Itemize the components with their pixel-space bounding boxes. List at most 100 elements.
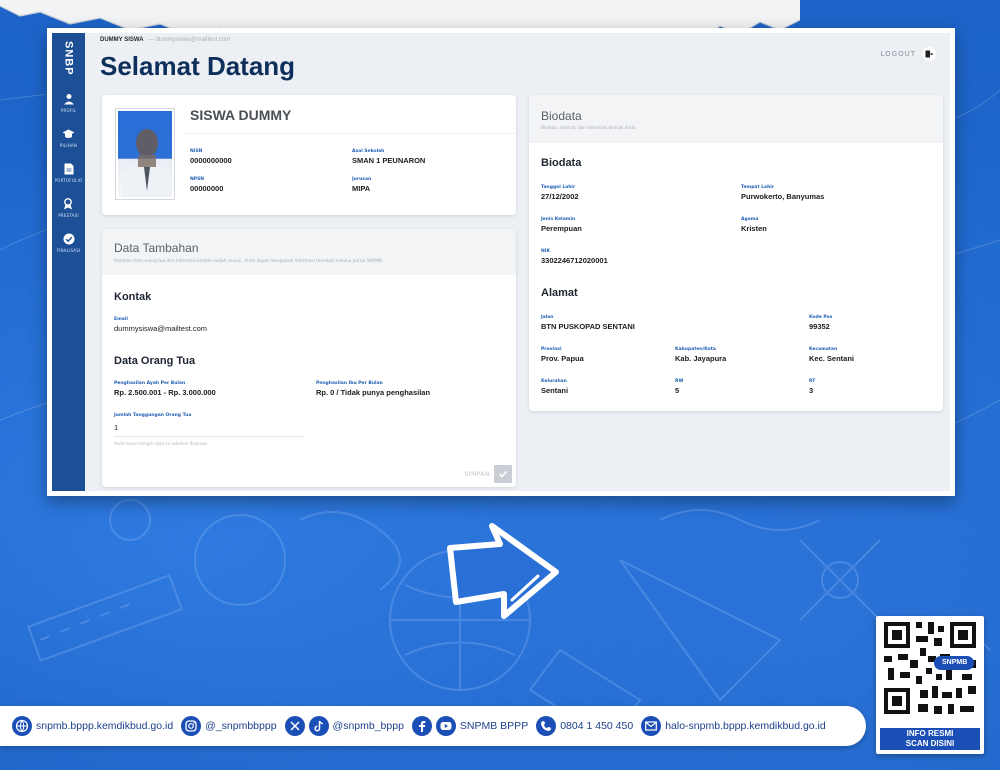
input-underline	[114, 436, 304, 437]
npsn-value: 00000000	[190, 184, 224, 193]
facebook-youtube-link[interactable]: SNPMB BPPP	[411, 716, 528, 736]
rw-field: RW 5	[675, 379, 683, 395]
email-field[interactable]: Email dummysiswa@mailtest.com	[114, 317, 207, 333]
card-subtitle: Pastikan data orang tua dan informasi ko…	[114, 259, 384, 264]
data-tambahan-card: Data Tambahan Pastikan data orang tua da…	[102, 229, 516, 487]
sidebar-item-label: PROFIL	[60, 107, 77, 113]
check-icon	[494, 465, 512, 483]
user-name: DUMMY SISWA	[100, 37, 144, 43]
student-name: SISWA DUMMY	[190, 107, 292, 123]
email-label: Email	[114, 317, 128, 322]
card-title: Biodata	[541, 109, 582, 123]
alamat-title: Alamat	[541, 287, 578, 299]
save-label: SIMPAN	[464, 470, 490, 478]
biodata-section-title: Biodata	[541, 157, 582, 169]
contact-footer: snpmb.bppp.kemdikbud.go.id @_snpmbbppp @…	[0, 706, 866, 746]
penghasilan-ibu-field[interactable]: Penghasilan Ibu Per Bulan Rp. 0 / Tidak …	[316, 381, 430, 397]
kodepos-label: Kode Pos	[809, 315, 833, 320]
kodepos-value: 99352	[809, 322, 830, 331]
sidebar: SNBP PROFIL PILIHAN PORTOFOLIO PRESTASI	[52, 33, 85, 491]
profile-card: SISWA DUMMY NISN 0000000000 Asal Sekolah…	[102, 95, 516, 215]
provinsi-field: Provinsi Prov. Papua	[541, 347, 584, 363]
tanggungan-hint: Anda harus mengisi data ini sebelum fina…	[114, 441, 208, 446]
tanggungan-input[interactable]: 1	[114, 423, 191, 432]
website-text: snpmb.bppp.kemdikbud.go.id	[36, 720, 174, 732]
kelurahan-field: Kelurahan Sentani	[541, 379, 568, 395]
save-button[interactable]: SIMPAN	[464, 465, 512, 483]
arrow-right-icon	[447, 523, 559, 619]
qr-label-line2: SCAN DISINI	[905, 739, 955, 748]
kontak-title: Kontak	[114, 291, 152, 303]
sidebar-item-finalisasi[interactable]: FINALISASI	[57, 232, 81, 253]
tempat-label: Tempat Lahir	[741, 185, 775, 190]
phone-link[interactable]: 0804 1 450 450	[536, 716, 633, 736]
npsn-field: NPSN 00000000	[190, 177, 223, 193]
sidebar-item-label: PORTOFOLIO	[54, 177, 83, 183]
x-tiktok-link[interactable]: @snpmb_bppp	[284, 716, 404, 736]
instagram-icon	[181, 716, 202, 736]
kelurahan-label: Kelurahan	[541, 379, 567, 384]
sekolah-field: Asal Sekolah SMAN 1 PEUNARON	[352, 149, 425, 165]
email-value: dummysiswa@mailtest.com	[114, 324, 208, 333]
page-title: Selamat Datang	[100, 51, 296, 81]
nik-field: NIK 3302246712020001	[541, 249, 608, 265]
tempat-value: Purwokerto, Banyumas	[741, 192, 825, 201]
sekolah-label: Asal Sekolah	[352, 149, 385, 154]
provinsi-value: Prov. Papua	[541, 354, 584, 363]
qr-badge: SNPMB	[942, 659, 968, 666]
nik-label: NIK	[541, 249, 550, 254]
logout-label: LOGOUT	[880, 50, 916, 58]
kabupaten-field: Kabupaten/Kota Kab. Jayapura	[675, 347, 726, 363]
x-tiktok-text: @snpmb_bppp	[332, 720, 404, 732]
sidebar-item-label: FINALISASI	[56, 247, 81, 253]
jk-value: Perempuan	[541, 224, 582, 233]
facebook-icon	[411, 716, 432, 736]
sidebar-item-portofolio[interactable]: PORTOFOLIO	[55, 162, 83, 183]
globe-icon	[12, 716, 32, 736]
youtube-icon	[435, 716, 456, 736]
student-photo	[116, 109, 174, 199]
tempat-lahir-field: Tempat Lahir Purwokerto, Banyumas	[741, 185, 824, 201]
tanggungan-field[interactable]: Jumlah Tanggungan Orang Tua 1	[114, 413, 191, 432]
instagram-text: @_snpmbbppp	[205, 720, 277, 732]
qr-code-card[interactable]: SNPMB INFO RESMI SCAN DISINI	[876, 616, 984, 754]
agama-field: Agama Kristen	[741, 217, 767, 233]
logout-icon	[922, 47, 936, 61]
ibu-label: Penghasilan Ibu Per Bulan	[316, 381, 383, 386]
divider	[182, 133, 516, 134]
jurusan-label: Jurusan	[352, 177, 372, 182]
penghasilan-ayah-field[interactable]: Penghasilan Ayah Per Bulan Rp. 2.500.001…	[114, 381, 216, 397]
screenshot-frame: SNBP PROFIL PILIHAN PORTOFOLIO PRESTASI	[47, 28, 955, 496]
jalan-field: Jalan BTN PUSKOPAD SENTANI	[541, 315, 635, 331]
sidebar-item-pilihan[interactable]: PILIHAN	[60, 127, 77, 148]
rt-value: 3	[809, 386, 814, 395]
kecamatan-label: Kecamatan	[809, 347, 838, 352]
sidebar-item-label: PRESTASI	[58, 212, 79, 218]
nisn-field: NISN 0000000000	[190, 149, 232, 165]
qr-code-icon	[884, 622, 976, 714]
tiktok-icon	[308, 716, 329, 736]
mail-icon	[641, 716, 662, 736]
kode-pos-field: Kode Pos 99352	[809, 315, 832, 331]
website-link[interactable]: snpmb.bppp.kemdikbud.go.id	[12, 716, 173, 736]
email-link[interactable]: halo-snpmb.bppp.kemdikbud.go.id	[641, 716, 826, 736]
kecamatan-field: Kecamatan Kec. Sentani	[809, 347, 854, 363]
instagram-link[interactable]: @_snpmbbppp	[181, 716, 277, 736]
kabupaten-value: Kab. Jayapura	[675, 354, 727, 363]
graduation-cap-icon	[61, 127, 75, 141]
sekolah-value: SMAN 1 PEUNARON	[352, 156, 426, 165]
jk-label: Jenis Kelamin	[541, 217, 576, 222]
jalan-label: Jalan	[541, 315, 554, 320]
rw-value: 5	[675, 386, 680, 395]
sidebar-item-profil[interactable]: PROFIL	[61, 92, 76, 113]
kelurahan-value: Sentani	[541, 386, 569, 395]
phone-text: 0804 1 450 450	[560, 720, 634, 732]
agama-label: Agama	[741, 217, 759, 222]
nik-value: 3302246712020001	[541, 256, 608, 265]
sidebar-item-prestasi[interactable]: PRESTASI	[58, 197, 79, 218]
kecamatan-value: Kec. Sentani	[809, 354, 855, 363]
jurusan-field: Jurusan MIPA	[352, 177, 371, 193]
document-icon	[62, 162, 76, 176]
logout-button[interactable]: LOGOUT	[880, 47, 936, 61]
rt-label: RT	[809, 379, 816, 384]
